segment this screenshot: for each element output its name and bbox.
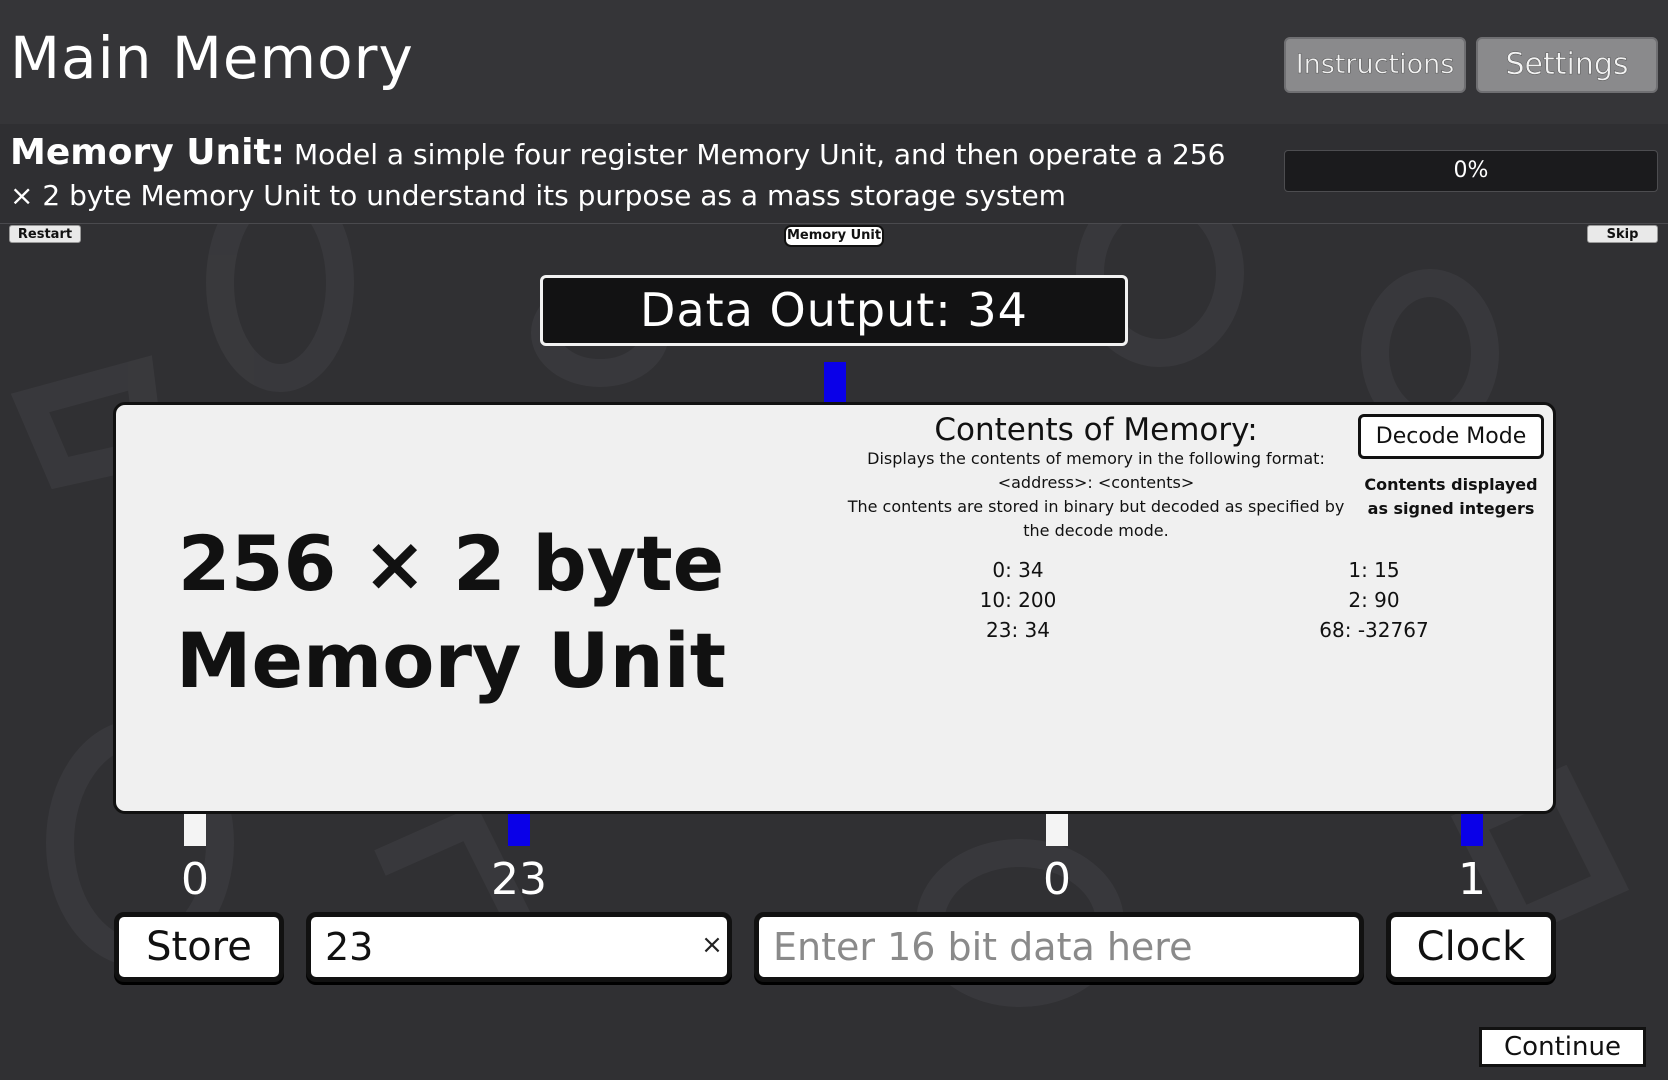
memory-entry: 0: 34: [992, 558, 1044, 582]
contents-description: Displays the contents of memory in the f…: [836, 447, 1356, 543]
contents-format-line: <address>: <contents>: [997, 473, 1195, 492]
store-value: 0: [181, 854, 209, 905]
data-wire: [1046, 814, 1068, 846]
decode-mode-button[interactable]: Decode Mode: [1358, 414, 1544, 459]
description-bar: Memory Unit: Model a simple four registe…: [0, 124, 1668, 224]
clock-wire: [1461, 814, 1483, 846]
continue-button[interactable]: Continue: [1479, 1027, 1646, 1067]
activity-title: Memory Unit:: [10, 132, 286, 173]
memory-entry: 68: -32767: [1319, 618, 1429, 642]
address-wire: [508, 814, 530, 846]
restart-button[interactable]: Restart: [9, 225, 81, 243]
skip-button[interactable]: Skip: [1587, 225, 1658, 243]
activity-description: Memory Unit: Model a simple four registe…: [10, 132, 1240, 216]
decode-mode-note: Contents displayed as signed integers: [1364, 475, 1538, 518]
data-value: 0: [1043, 854, 1071, 905]
contents-heading: Contents of Memory:: [934, 412, 1258, 448]
memory-entry: 1: 15: [1348, 558, 1400, 582]
output-wire: [824, 362, 846, 402]
instructions-button[interactable]: Instructions: [1284, 37, 1466, 93]
progress-bar: 0%: [1284, 150, 1658, 192]
memory-entries-right: 1: 15 2: 90 68: -32767: [1294, 555, 1454, 645]
memory-entry: 10: 200: [979, 588, 1057, 612]
scene-tag: Memory Unit: [784, 225, 884, 247]
memory-entry: 2: 90: [1348, 588, 1400, 612]
contents-desc-line: Displays the contents of memory in the f…: [867, 449, 1325, 468]
data-output-display: Data Output: 34: [540, 275, 1128, 346]
clear-icon[interactable]: ×: [700, 930, 724, 960]
address-value: 23: [491, 854, 547, 905]
memory-entries-left: 0: 34 10: 200 23: 34: [938, 555, 1098, 645]
store-button[interactable]: Store: [114, 912, 284, 982]
clock-button[interactable]: Clock: [1386, 912, 1556, 982]
memory-unit-title: 256 × 2 byte Memory Unit: [175, 519, 727, 705]
progress-label: 0%: [1453, 158, 1489, 183]
memory-unit-panel: 256 × 2 byte Memory Unit Contents of Mem…: [113, 402, 1556, 814]
clock-value: 1: [1458, 854, 1486, 905]
data-input[interactable]: [754, 912, 1364, 982]
top-bar: Main Memory Instructions Settings: [0, 0, 1668, 125]
page-title: Main Memory: [10, 24, 414, 92]
memory-entry: 23: 34: [986, 618, 1050, 642]
app-page: Main Memory Instructions Settings Memory…: [0, 0, 1668, 1080]
settings-button[interactable]: Settings: [1476, 37, 1658, 93]
address-input[interactable]: [306, 912, 732, 982]
contents-desc-note: The contents are stored in binary but de…: [847, 497, 1345, 540]
store-wire: [184, 814, 206, 846]
